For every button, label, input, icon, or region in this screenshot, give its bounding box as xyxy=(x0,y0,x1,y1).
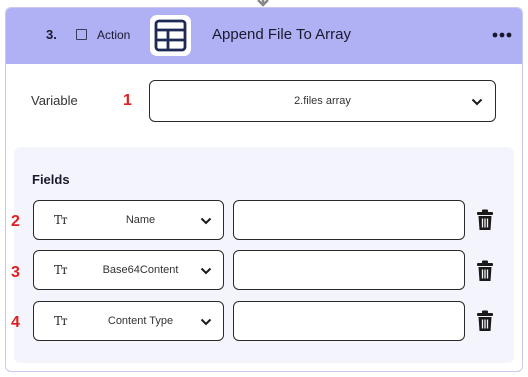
action-card: 3. Action Append File To Array Variable … xyxy=(5,7,523,372)
variable-label: Variable xyxy=(31,93,78,108)
card-title: Append File To Array xyxy=(212,26,351,43)
field-value-input[interactable] xyxy=(233,250,465,290)
variable-select[interactable]: 2.files array xyxy=(149,80,496,122)
field-type-select[interactable]: Tт Base64Content xyxy=(33,250,224,290)
trash-icon[interactable] xyxy=(476,310,494,332)
table-icon xyxy=(150,15,191,56)
annotation-number: 1 xyxy=(123,92,132,109)
variable-select-value: 2.files array xyxy=(294,95,351,107)
text-type-icon: Tт xyxy=(54,263,68,277)
action-label: Action xyxy=(97,28,131,42)
action-checkbox[interactable] xyxy=(76,29,87,40)
field-type-select[interactable]: Tт Content Type xyxy=(33,301,224,341)
card-header: 3. Action Append File To Array xyxy=(6,8,522,64)
field-value-input[interactable] xyxy=(233,301,465,341)
field-name: Name xyxy=(125,214,156,226)
annotation-number: 2 xyxy=(11,213,20,230)
trash-icon[interactable] xyxy=(476,260,494,282)
fields-title: Fields xyxy=(32,172,70,187)
more-horizontal-icon[interactable] xyxy=(490,26,514,44)
chevron-down-icon xyxy=(200,267,212,275)
field-type-select[interactable]: Tт Name xyxy=(33,200,224,240)
trash-icon[interactable] xyxy=(476,209,494,231)
chevron-down-icon xyxy=(471,98,483,106)
field-name: Content Type xyxy=(107,315,174,327)
field-value-input[interactable] xyxy=(233,200,465,240)
text-type-icon: Tт xyxy=(54,213,68,227)
fields-panel: Fields 2 Tт Name 3 Tт Base64Content 4 Tт… xyxy=(11,147,514,363)
annotation-number: 3 xyxy=(11,264,20,281)
step-number: 3. xyxy=(46,27,57,42)
annotation-number: 4 xyxy=(11,314,20,331)
field-name: Base64Content xyxy=(102,264,179,276)
workflow-canvas: 3. Action Append File To Array Variable … xyxy=(0,0,528,377)
text-type-icon: Tт xyxy=(54,314,68,328)
chevron-down-icon xyxy=(200,318,212,326)
chevron-down-icon xyxy=(200,217,212,225)
